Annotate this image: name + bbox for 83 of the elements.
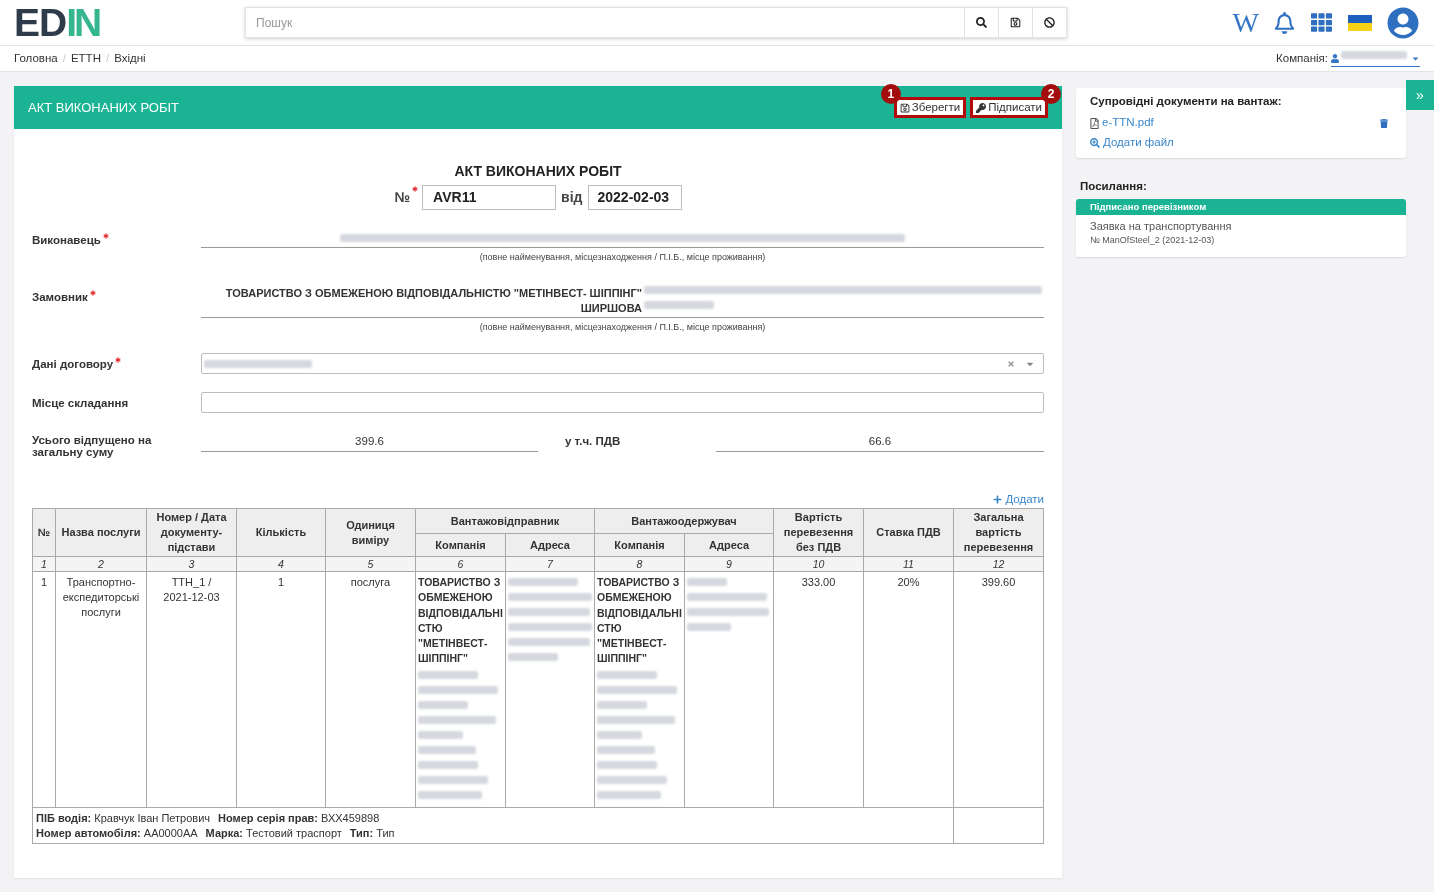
card-heading: Супровідні документи на вантаж:: [1090, 94, 1283, 109]
number-field[interactable]: AVR11: [422, 185, 557, 210]
pdf-file-icon: [1090, 117, 1099, 129]
flag-icon[interactable]: [1348, 14, 1372, 31]
table-cell: Транспортно-експедиторські послуги: [55, 571, 147, 808]
key-icon: [976, 102, 987, 113]
column-header: Одиниця виміру: [325, 508, 416, 557]
status-banner: Підписано перевізником: [1076, 199, 1406, 215]
field-label: у т.ч. ПДВ: [565, 434, 622, 448]
column-header: Кількість: [236, 508, 326, 557]
total-value: 399.6: [201, 434, 538, 452]
company-select[interactable]: [1331, 50, 1420, 67]
table-cell: ТТН_1 / 2021-12-03: [146, 571, 237, 808]
section-heading: Посилання:: [1079, 179, 1148, 194]
breadcrumb-link[interactable]: Головна: [14, 49, 58, 68]
company-name: ТОВАРИСТВО З ОБМЕЖЕНОЮ ВІДПОВІДАЛЬНІСТЮ "МЕТІНВЕСТ-ШІППІНГ": [418, 575, 503, 667]
table-cell: 333.00: [773, 571, 864, 808]
company-label: Компанія:: [1276, 50, 1328, 66]
number-label: №: [394, 188, 411, 207]
column-header: №: [32, 508, 56, 557]
zoom-in-icon: [1090, 138, 1100, 148]
driver-field: Тип: Тип: [349, 826, 395, 841]
table-cell: 1: [32, 571, 56, 808]
column-header: Ставка ПДВ: [863, 508, 954, 557]
party-name: ТОВАРИСТВО З ОБМЕЖЕНОЮ ВІДПОВІДАЛЬНІСТЮ "МЕТІНВЕСТ- ШІППІНГ": [224, 286, 642, 301]
column-header: Загальна вартість перевезення: [953, 508, 1044, 557]
search-button[interactable]: [965, 7, 999, 38]
driver-field: Марка: Тестовий траспорт: [205, 826, 342, 841]
clear-icon[interactable]: [1007, 359, 1015, 368]
table-cell: послуга: [325, 571, 416, 808]
clear-button[interactable]: [1033, 7, 1067, 38]
card-title: АКТ ВИКОНАНИХ РОБІТ: [28, 98, 179, 117]
wiki-link[interactable]: W: [1232, 8, 1259, 37]
driver-field: Номер автомобіля: АА0000АА: [36, 826, 198, 841]
apps-grid-icon[interactable]: [1310, 12, 1333, 33]
driver-field: Номер серія прав: ВХХ459898: [218, 811, 380, 826]
field-caption: (повне найменування, місцезнаходження / П.І.Б., місце проживання): [478, 252, 767, 263]
callout-badge: 1: [880, 84, 901, 104]
column-header: Вантажовідправник: [415, 508, 595, 534]
party-name: ШИРШОВА: [579, 301, 642, 316]
search-field[interactable]: Пошук: [245, 7, 965, 38]
blurred-text: [644, 301, 714, 309]
column-header: Вантажоодержувач: [594, 508, 774, 534]
column-header: Вартість перевезення без ПДВ: [773, 508, 864, 557]
blurred-text: [1341, 50, 1407, 59]
plus-icon: [993, 494, 1003, 504]
vat-value: 66.6: [716, 434, 1044, 452]
field-label: Місце складання: [32, 396, 129, 411]
add-row-link[interactable]: Додати: [993, 492, 1044, 506]
company-name: ТОВАРИСТВО З ОБМЕЖЕНОЮ ВІДПОВІДАЛЬНІСТЮ "МЕТІНВЕСТ-ШІППІНГ": [597, 575, 682, 667]
field-label: Усього відпущено на загальну суму: [32, 434, 153, 458]
ban-icon: [1044, 17, 1055, 28]
link-card[interactable]: Підписано перевізником Заявка на транспортування № ManOfSteel_2 (2021-12-03): [1076, 199, 1406, 257]
date-label: від: [561, 188, 583, 207]
trash-icon[interactable]: [1380, 118, 1388, 128]
callout-badge: 2: [1041, 84, 1061, 104]
breadcrumb-link[interactable]: Вхідні: [114, 49, 146, 68]
field-label: Виконавець: [32, 233, 101, 248]
field-caption: (повне найменування, місцезнаходження / П.І.Б., місце проживання): [478, 322, 767, 333]
link-title: Заявка на транспортування: [1089, 219, 1233, 234]
logo[interactable]: EDIN: [14, 3, 106, 42]
breadcrumb-link[interactable]: ЕТТН: [70, 49, 101, 68]
field-label: Замовник: [32, 290, 88, 305]
place-field[interactable]: [201, 392, 1044, 413]
save-search-button[interactable]: [999, 7, 1033, 38]
link-number: № ManOfSteel_2 (2021-12-03): [1089, 234, 1216, 247]
breadcrumb-separator: /: [105, 50, 110, 66]
driver-field: ПІБ водія: Кравчук Іван Петрович: [36, 811, 211, 826]
add-file-link[interactable]: Додати файл: [1090, 135, 1174, 151]
date-field[interactable]: 2022-02-03: [587, 185, 682, 210]
breadcrumb-separator: /: [62, 50, 66, 66]
table-cell: 399.60: [953, 571, 1044, 808]
column-header: Назва послуги: [55, 508, 147, 557]
document-title: АКТ ВИКОНАНИХ РОБІТ: [453, 162, 623, 181]
field-label: Дані договору: [32, 357, 114, 372]
table-cell: 20%: [863, 571, 954, 808]
user-icon: [1331, 53, 1339, 63]
file-link[interactable]: e-TTN.pdf: [1090, 114, 1154, 132]
column-header: Номер / Дата документу-підстави: [146, 508, 237, 557]
table-cell: 1: [236, 571, 326, 808]
avatar-icon[interactable]: [1387, 6, 1419, 39]
bell-icon[interactable]: [1274, 11, 1295, 34]
search-icon: [976, 17, 987, 28]
